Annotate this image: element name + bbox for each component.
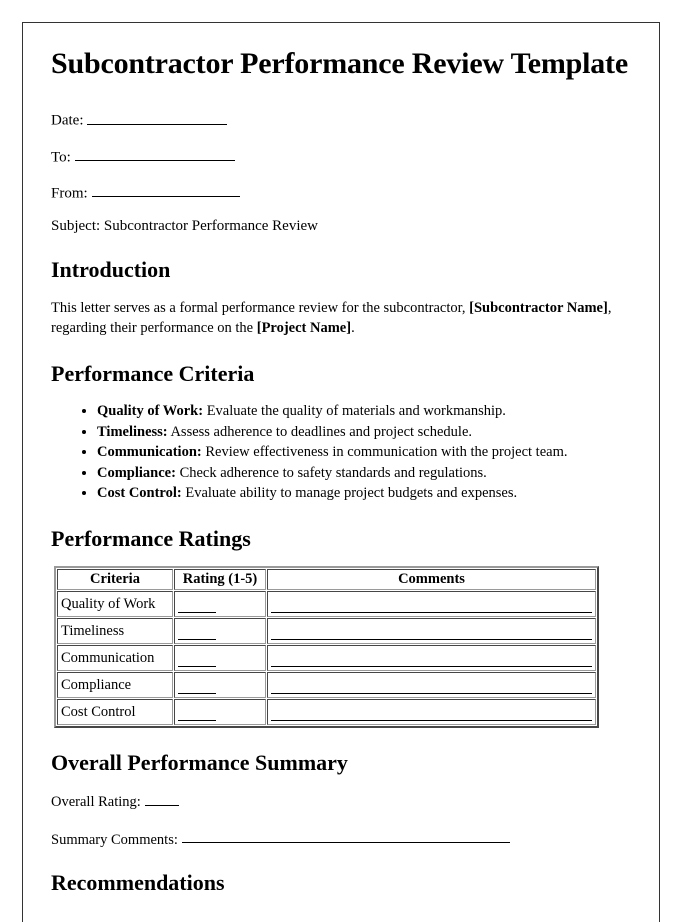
cell-rating[interactable] [174, 699, 266, 726]
cell-comments[interactable] [267, 618, 596, 645]
field-date-label: Date: [51, 112, 84, 129]
cell-rating[interactable] [174, 645, 266, 672]
table-row: Quality of Work [57, 591, 596, 618]
field-to-label: To: [51, 148, 71, 165]
heading-recommendations: Recommendations [51, 870, 225, 896]
overall-rating-label: Overall Rating: [51, 793, 141, 810]
cell-criteria: Quality of Work [57, 591, 173, 618]
page-title: Subcontractor Performance Review Templat… [51, 47, 628, 80]
criteria-term: Timeliness: [97, 423, 168, 440]
criteria-description: Review effectiveness in communication wi… [201, 444, 568, 461]
rating-blank[interactable] [178, 599, 216, 613]
field-date-blank[interactable] [87, 109, 228, 125]
summary-comments-label: Summary Comments: [51, 831, 178, 848]
rating-blank[interactable] [178, 680, 216, 694]
field-subject: Subject: Subcontractor Performance Revie… [51, 218, 318, 235]
overall-rating-blank[interactable] [144, 791, 179, 806]
rating-blank[interactable] [178, 707, 216, 721]
list-item: Cost Control: Evaluate ability to manage… [97, 483, 631, 504]
introduction-paragraph: This letter serves as a formal performan… [51, 298, 631, 339]
field-summary-comments: Summary Comments: [51, 829, 631, 849]
field-date: Date: [51, 109, 631, 129]
performance-ratings-table: Criteria Rating (1-5) Comments Quality o… [54, 566, 599, 729]
intro-text-3: . [351, 320, 355, 337]
field-from-label: From: [51, 185, 88, 202]
column-header-comments: Comments [267, 569, 596, 591]
comments-blank[interactable] [271, 707, 592, 721]
criteria-term: Communication: [97, 444, 202, 461]
document-body: Subcontractor Performance Review Templat… [23, 23, 659, 897]
cell-comments[interactable] [267, 645, 596, 672]
table-row: Cost Control [57, 699, 596, 726]
criteria-term: Compliance: [97, 464, 176, 481]
intro-placeholder-project: [Project Name] [256, 320, 352, 337]
criteria-description: Assess adherence to deadlines and projec… [167, 423, 473, 440]
criteria-term: Cost Control: [97, 485, 182, 502]
rating-blank[interactable] [178, 653, 216, 667]
list-item: Communication: Review effectiveness in c… [97, 442, 631, 463]
table-row: Communication [57, 645, 596, 672]
criteria-description: Evaluate the quality of materials and wo… [203, 403, 506, 420]
table-header: Criteria Rating (1-5) Comments [57, 569, 596, 591]
cell-rating[interactable] [174, 672, 266, 699]
criteria-description: Evaluate ability to manage project budge… [181, 485, 518, 502]
cell-comments[interactable] [267, 672, 596, 699]
criteria-list: Quality of Work: Evaluate the quality of… [51, 401, 631, 504]
column-header-criteria: Criteria [57, 569, 173, 591]
cell-rating[interactable] [174, 618, 266, 645]
column-header-rating: Rating (1-5) [174, 569, 266, 591]
list-item: Quality of Work: Evaluate the quality of… [97, 401, 631, 422]
cell-criteria: Communication [57, 645, 173, 672]
cell-criteria: Cost Control [57, 699, 173, 726]
rating-blank[interactable] [178, 626, 216, 640]
intro-text-1: This letter serves as a formal performan… [51, 299, 470, 316]
table-row: Timeliness [57, 618, 596, 645]
heading-overall-performance-summary: Overall Performance Summary [51, 750, 348, 776]
heading-introduction: Introduction [51, 257, 171, 283]
comments-blank[interactable] [271, 680, 592, 694]
list-item: Timeliness: Assess adherence to deadline… [97, 422, 631, 443]
criteria-description: Check adherence to safety standards and … [175, 464, 487, 481]
summary-comments-blank[interactable] [181, 829, 510, 844]
field-from-blank[interactable] [91, 182, 240, 198]
cell-criteria: Timeliness [57, 618, 173, 645]
list-item: Compliance: Check adherence to safety st… [97, 463, 631, 484]
field-to: To: [51, 146, 631, 166]
heading-performance-ratings: Performance Ratings [51, 525, 251, 551]
field-from: From: [51, 182, 631, 202]
cell-rating[interactable] [174, 591, 266, 618]
comments-blank[interactable] [271, 653, 592, 667]
table-header-row: Criteria Rating (1-5) Comments [57, 569, 596, 591]
comments-blank[interactable] [271, 626, 592, 640]
cell-comments[interactable] [267, 591, 596, 618]
cell-criteria: Compliance [57, 672, 173, 699]
criteria-term: Quality of Work: [97, 403, 204, 420]
cell-comments[interactable] [267, 699, 596, 726]
comments-blank[interactable] [271, 599, 592, 613]
field-to-blank[interactable] [74, 146, 235, 161]
intro-placeholder-subcontractor: [Subcontractor Name] [469, 299, 608, 316]
table-body: Quality of Work Timeliness Communication… [57, 591, 596, 726]
document-page: Subcontractor Performance Review Templat… [22, 22, 660, 922]
table-row: Compliance [57, 672, 596, 699]
heading-performance-criteria: Performance Criteria [51, 360, 255, 386]
field-overall-rating: Overall Rating: [51, 791, 631, 811]
